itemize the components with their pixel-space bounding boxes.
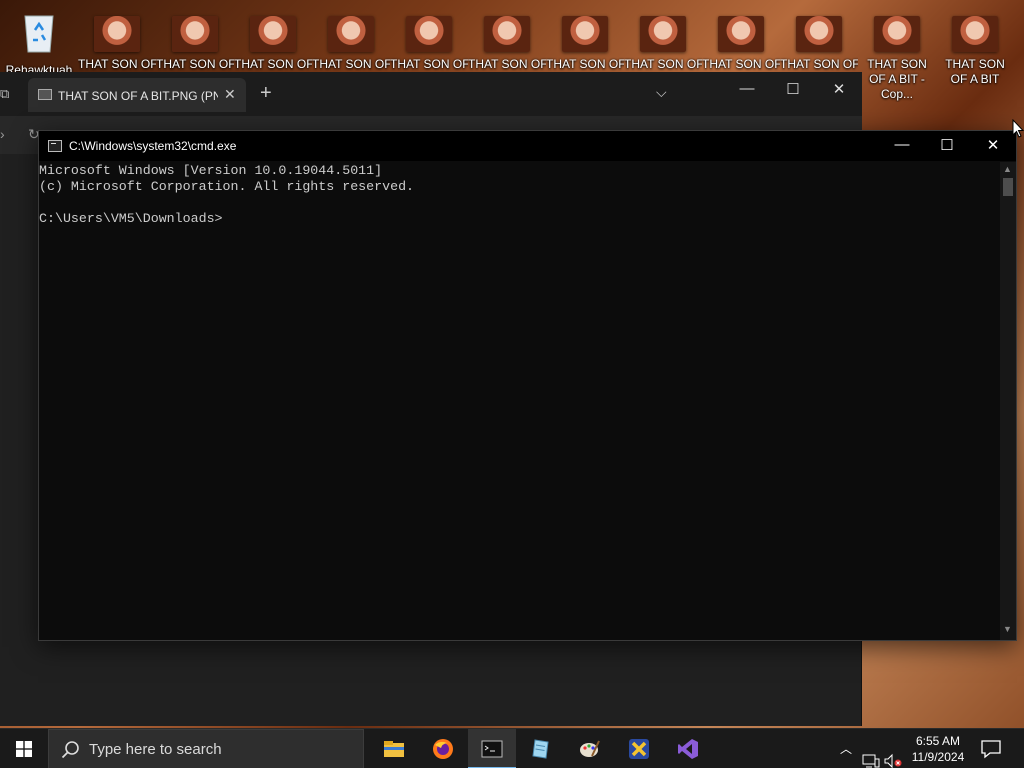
image-file-icon	[38, 89, 52, 100]
desktop-icon-file[interactable]: THAT SON OF A BIT - Cop...	[858, 8, 936, 102]
xampp-icon	[629, 739, 649, 759]
image-thumbnail	[406, 16, 452, 52]
desktop-icon-label: THAT SON OF	[78, 57, 156, 71]
clock-time: 6:55 AM	[915, 734, 961, 748]
clock-date: 11/9/2024	[911, 750, 965, 764]
image-thumbnail	[250, 16, 296, 52]
recycle-bin-icon	[24, 15, 54, 53]
windows-logo-icon	[16, 741, 32, 757]
image-thumbnail	[328, 16, 374, 52]
command-prompt-window[interactable]: C:\Windows\system32\cmd.exe — ☐ ✕ Micros…	[38, 130, 1017, 641]
tab-title: THAT SON OF A BIT.PNG (PNG	[58, 89, 218, 103]
desktop-icon-label: THAT SON OF	[156, 57, 234, 71]
firefox-icon	[433, 739, 453, 759]
desktop-icon-recycle-bin[interactable]: Rehawktuah	[0, 8, 78, 78]
show-hidden-icons-chevron-icon[interactable]: ︿	[840, 740, 852, 768]
image-thumbnail	[874, 16, 920, 52]
command-prompt-icon	[481, 740, 503, 758]
search-icon	[61, 741, 79, 759]
image-thumbnail	[562, 16, 608, 52]
close-button[interactable]: ✕	[824, 80, 854, 98]
forward-icon[interactable]: ›	[0, 126, 5, 142]
desktop-icon-label: THAT SON OF	[702, 57, 780, 71]
taskbar-app-notepad[interactable]	[517, 729, 565, 768]
image-thumbnail	[172, 16, 218, 52]
scroll-up-icon[interactable]: ▲	[1003, 164, 1012, 174]
new-tab-button[interactable]: +	[260, 82, 272, 105]
console-line: (c) Microsoft Corporation. All rights re…	[39, 179, 415, 194]
image-thumbnail	[484, 16, 530, 52]
desktop-icon-file[interactable]: THAT SON OF	[156, 8, 234, 72]
desktop-icon-label: THAT SON OF	[624, 57, 702, 71]
taskbar-app-xampp[interactable]	[615, 729, 663, 768]
window-titlebar[interactable]: C:\Windows\system32\cmd.exe — ☐ ✕	[39, 131, 1016, 161]
desktop-icon-label: THAT SON OF	[390, 57, 468, 71]
desktop-icon-file[interactable]: THAT SON OF	[624, 8, 702, 72]
desktop-icon-label: THAT SON OF	[780, 57, 858, 71]
notepad-icon	[532, 739, 549, 759]
vertical-scrollbar[interactable]: ▲ ▼	[1000, 162, 1016, 640]
paint-icon	[580, 740, 600, 757]
chevron-down-icon[interactable]: ⌵	[656, 84, 667, 101]
desktop-icon-file[interactable]: THAT SON OF A BIT	[936, 8, 1014, 87]
window-title: C:\Windows\system32\cmd.exe	[69, 139, 237, 153]
console-line: Microsoft Windows [Version 10.0.19044.50…	[39, 163, 383, 178]
desktop-icon-file[interactable]: THAT SON OF	[468, 8, 546, 72]
desktop-icon-file[interactable]: THAT SON OF	[390, 8, 468, 72]
taskbar-app-firefox[interactable]	[419, 729, 467, 768]
file-explorer-icon	[384, 741, 404, 757]
cmd-icon	[48, 140, 62, 152]
taskbar-app-file-explorer[interactable]	[370, 729, 418, 768]
desktop-icon-label: THAT SON OF	[546, 57, 624, 71]
system-clock[interactable]: 6:55 AM 11/9/2024	[898, 733, 978, 765]
network-icon[interactable]	[862, 741, 880, 768]
tab-actions-icon[interactable]: ⧉	[0, 86, 9, 102]
desktop-icon-file[interactable]: THAT SON OF	[702, 8, 780, 72]
taskbar-search-box[interactable]: Type here to search	[48, 729, 364, 768]
minimize-button[interactable]: —	[732, 80, 762, 97]
minimize-button[interactable]: —	[887, 136, 917, 153]
taskbar-app-command-prompt[interactable]	[468, 729, 516, 768]
maximize-button[interactable]: ☐	[932, 136, 962, 154]
desktop-icon-file[interactable]: THAT SON OF	[78, 8, 156, 72]
console-prompt-line[interactable]: C:\Users\VM5\Downloads>	[39, 211, 999, 227]
notification-center-icon[interactable]	[980, 739, 1002, 759]
start-button[interactable]	[0, 729, 48, 768]
image-thumbnail	[94, 16, 140, 52]
mouse-cursor-icon	[1012, 118, 1024, 139]
desktop-icon-file[interactable]: THAT SON OF	[780, 8, 858, 72]
taskbar-app-visual-studio[interactable]	[664, 729, 712, 768]
desktop-icon-label: THAT SON OF A BIT - Cop...	[867, 57, 927, 101]
taskbar: Type here to search ︿ 6:55 AM 11/9/2024	[0, 728, 1024, 768]
desktop-icon-label: THAT SON OF	[312, 57, 390, 71]
image-thumbnail	[718, 16, 764, 52]
desktop-icon-file[interactable]: THAT SON OF	[234, 8, 312, 72]
image-thumbnail	[796, 16, 842, 52]
maximize-button[interactable]: ☐	[778, 80, 808, 98]
image-thumbnail	[640, 16, 686, 52]
close-button[interactable]: ✕	[978, 136, 1008, 154]
desktop-icon-label: THAT SON OF A BIT	[945, 57, 1005, 86]
desktop-icon-file[interactable]: THAT SON OF	[546, 8, 624, 72]
scrollbar-thumb[interactable]	[1003, 178, 1013, 196]
taskbar-app-paint[interactable]	[566, 729, 614, 768]
tab-bar: ⧉ THAT SON OF A BIT.PNG (PNG ✕ + ⌵ — ☐ ✕	[0, 72, 862, 116]
visual-studio-icon	[678, 739, 698, 759]
image-thumbnail	[952, 16, 998, 52]
desktop-icon-label: THAT SON OF	[468, 57, 546, 71]
close-tab-icon[interactable]: ✕	[224, 86, 236, 103]
tab-image-file[interactable]: THAT SON OF A BIT.PNG (PNG ✕	[28, 78, 246, 112]
search-placeholder: Type here to search	[89, 741, 222, 758]
console-output[interactable]: Microsoft Windows [Version 10.0.19044.50…	[39, 162, 999, 640]
desktop-icon-label: THAT SON OF	[234, 57, 312, 71]
scroll-down-icon[interactable]: ▼	[1003, 624, 1012, 634]
desktop-icon-file[interactable]: THAT SON OF	[312, 8, 390, 72]
